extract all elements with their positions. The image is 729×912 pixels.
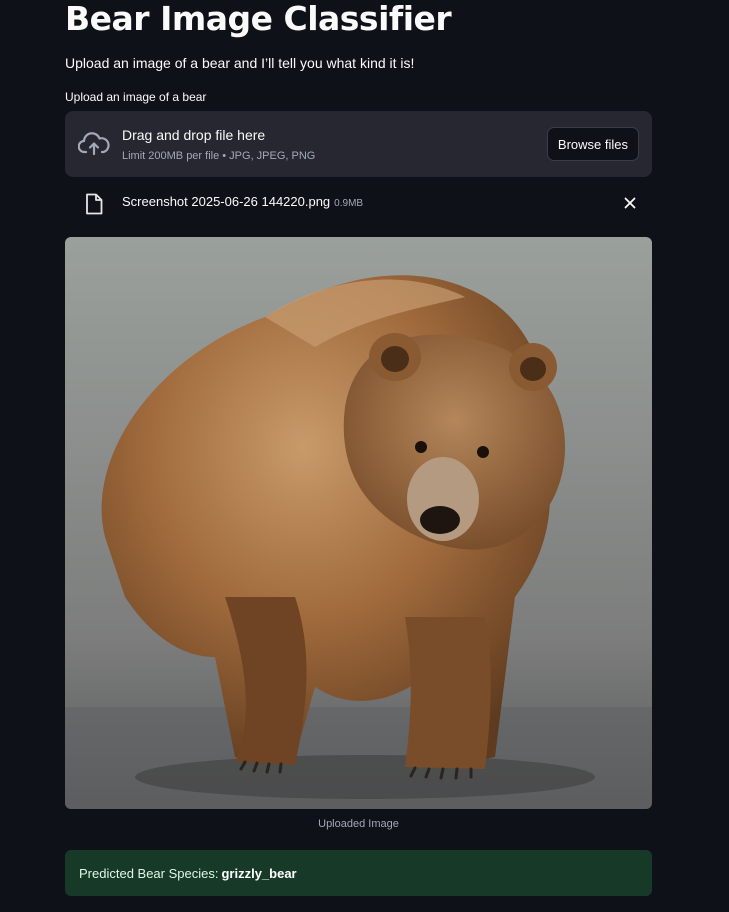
prediction-prefix: Predicted Bear Species: (79, 865, 219, 881)
file-name-text: Screenshot 2025-06-26 144220.png (122, 194, 331, 209)
file-dropzone[interactable]: Drag and drop file here Limit 200MB per … (65, 111, 652, 177)
app-page: Bear Image Classifier Upload an image of… (0, 0, 729, 912)
bear-photo (65, 237, 652, 809)
cloud-upload-icon (78, 132, 110, 156)
uploaded-file-name: Screenshot 2025-06-26 144220.png 0.9MB (122, 194, 363, 209)
page-subtitle: Upload an image of a bear and I’ll tell … (65, 55, 415, 71)
uploaded-image (65, 237, 652, 809)
prediction-success-box: Predicted Bear Species: grizzly_bear (65, 850, 652, 896)
browse-files-button[interactable]: Browse files (546, 127, 639, 161)
page-title: Bear Image Classifier (65, 0, 452, 38)
dropzone-title: Drag and drop file here (122, 127, 266, 143)
uploaded-file-item: Screenshot 2025-06-26 144220.png 0.9MB (65, 185, 652, 221)
file-icon (86, 193, 103, 215)
remove-file-button[interactable] (621, 194, 639, 212)
dropzone-limit-text: Limit 200MB per file • JPG, JPEG, PNG (122, 150, 316, 162)
uploader-label: Upload an image of a bear (65, 90, 207, 104)
predicted-species: grizzly_bear (221, 865, 297, 881)
file-size: 0.9MB (334, 198, 364, 209)
close-icon (624, 197, 636, 209)
image-caption: Uploaded Image (318, 818, 399, 830)
